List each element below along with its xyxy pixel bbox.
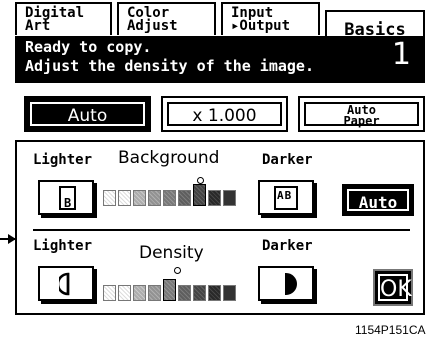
density-title: Density — [139, 243, 204, 263]
density-lighter-button[interactable] — [38, 266, 94, 301]
auto-paper-label-2: Paper — [343, 114, 380, 128]
tab-input-output[interactable]: Input ▸Output — [221, 2, 320, 35]
dark-background-icon-letters: AB — [277, 189, 293, 202]
background-scale-cell-3[interactable] — [133, 190, 146, 206]
zoom-label: x 1.000 — [167, 102, 282, 126]
density-scale-cell-7[interactable] — [193, 285, 206, 301]
tab-color-adjust[interactable]: Color Adjust — [117, 2, 216, 35]
background-lighter-button[interactable]: B — [38, 180, 94, 215]
density-level-marker — [174, 267, 181, 274]
background-auto-button[interactable]: Auto — [342, 184, 414, 216]
light-background-icon: B — [59, 186, 76, 210]
status-message-2: Adjust the density of the image. — [25, 57, 314, 75]
density-darker-button[interactable] — [258, 266, 314, 301]
tab-basics[interactable]: Basics — [325, 10, 425, 39]
density-scale[interactable] — [103, 279, 236, 301]
auto-paper-button[interactable]: Auto Paper — [298, 96, 425, 132]
background-level-dot — [197, 177, 204, 184]
density-darker-label: Darker — [262, 238, 313, 254]
background-scale-cell-8[interactable] — [208, 190, 221, 206]
background-darker-button[interactable]: AB — [258, 180, 314, 215]
figure-reference: 1154P151CA — [355, 323, 426, 337]
background-scale-cell-9[interactable] — [223, 190, 236, 206]
tab-input-output-label-2: ▸Output — [231, 18, 291, 34]
background-scale-cell-6[interactable] — [178, 190, 191, 206]
density-level-dot — [174, 267, 181, 274]
dark-background-icon: AB — [274, 186, 298, 210]
background-scale-cell-4[interactable] — [148, 190, 161, 206]
ok-button[interactable]: OK — [373, 269, 413, 306]
half-moon-dark-icon — [285, 272, 297, 296]
copy-count: 1 — [391, 37, 411, 72]
tab-digital-art-label-2: Art — [25, 18, 51, 34]
density-scale-cell-2[interactable] — [118, 285, 131, 301]
background-darker-label: Darker — [262, 152, 313, 168]
density-scale-cell-6[interactable] — [178, 285, 191, 301]
density-scale-cell-3[interactable] — [133, 285, 146, 301]
background-scale[interactable] — [103, 184, 236, 206]
half-moon-light-icon — [59, 272, 70, 296]
zoom-button[interactable]: x 1.000 — [161, 96, 288, 132]
density-scale-cell-9[interactable] — [223, 285, 236, 301]
background-scale-cell-1[interactable] — [103, 190, 116, 206]
background-scale-cell-7[interactable] — [193, 184, 206, 206]
tab-digital-art[interactable]: Digital Art — [15, 2, 112, 35]
status-message-1: Ready to copy. — [25, 38, 152, 56]
tab-color-adjust-label-2: Adjust — [127, 18, 178, 34]
background-level-marker — [197, 177, 204, 184]
auto-mode-button[interactable]: Auto — [24, 96, 151, 132]
background-scale-cell-5[interactable] — [163, 190, 176, 206]
density-lighter-label: Lighter — [33, 238, 93, 254]
status-bar: Ready to copy. Adjust the density of the… — [15, 36, 425, 83]
density-scale-cell-8[interactable] — [208, 285, 221, 301]
background-lighter-label: Lighter — [33, 152, 93, 168]
density-scale-cell-5[interactable] — [163, 279, 176, 301]
background-title: Background — [118, 148, 220, 168]
section-divider — [33, 229, 410, 231]
light-background-icon-letter: B — [64, 196, 72, 210]
auto-mode-label: Auto — [30, 102, 145, 126]
background-auto-label: Auto — [347, 189, 409, 212]
density-scale-cell-1[interactable] — [103, 285, 116, 301]
background-scale-cell-2[interactable] — [118, 190, 131, 206]
ok-label: OK — [378, 274, 412, 302]
density-scale-cell-4[interactable] — [148, 285, 161, 301]
pointer-arrow-icon — [8, 234, 16, 244]
